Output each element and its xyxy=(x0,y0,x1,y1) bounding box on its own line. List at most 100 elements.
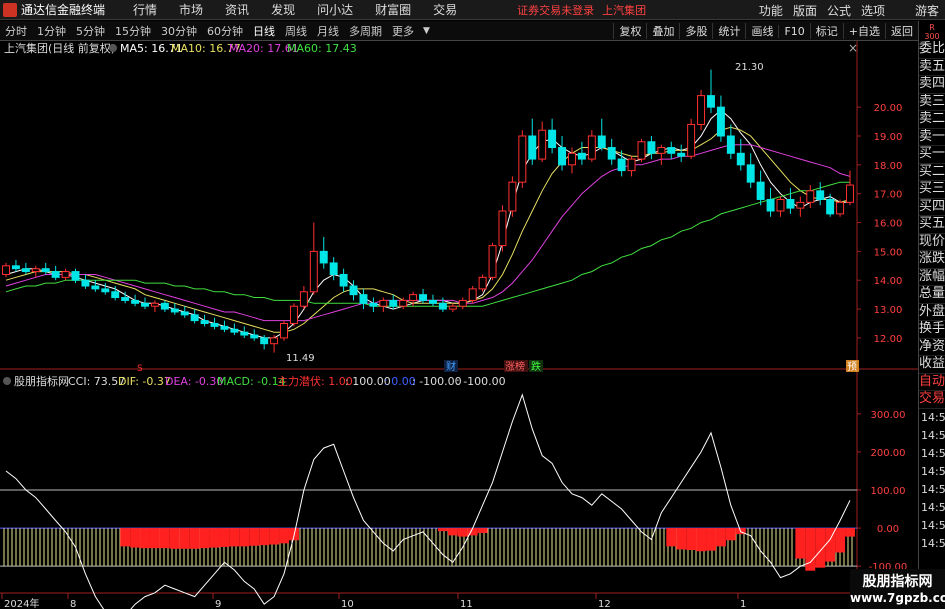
period-1min[interactable]: 1分钟 xyxy=(32,23,71,39)
candle[interactable] xyxy=(21,262,30,275)
candle[interactable] xyxy=(289,303,298,327)
candle[interactable] xyxy=(498,205,507,252)
candle[interactable] xyxy=(150,300,159,312)
sidebar-item-4[interactable]: 卖二 xyxy=(919,111,945,129)
candle[interactable] xyxy=(71,268,80,284)
candle[interactable] xyxy=(2,262,10,278)
sidebar-item-17[interactable]: 净资 xyxy=(919,339,945,356)
sidebar-item-9[interactable]: 买四 xyxy=(919,199,945,216)
menu-item-hangqing[interactable]: 行情 xyxy=(133,1,157,18)
candle[interactable] xyxy=(766,187,775,217)
indicator-settings-icon[interactable] xyxy=(3,377,11,385)
candle[interactable] xyxy=(577,141,586,165)
period-more[interactable]: 更多 xyxy=(387,23,419,39)
candle[interactable] xyxy=(11,260,20,272)
tool-huaxian[interactable]: 画线 xyxy=(745,23,778,39)
candle[interactable] xyxy=(240,326,249,338)
period-5min[interactable]: 5分钟 xyxy=(71,23,110,39)
candle[interactable] xyxy=(677,144,686,162)
candle[interactable] xyxy=(776,196,785,217)
candle[interactable] xyxy=(359,288,368,310)
candle[interactable] xyxy=(369,297,378,312)
sidebar-item-5[interactable]: 卖一 xyxy=(919,129,945,146)
candle[interactable] xyxy=(716,95,725,142)
menu-gongneng[interactable]: 功能 xyxy=(759,2,783,19)
sidebar-item-18[interactable]: 收益 xyxy=(919,356,945,374)
candle[interactable] xyxy=(528,118,537,165)
sidebar-item-13[interactable]: 涨幅 xyxy=(919,269,945,286)
sidebar-item-3[interactable]: 卖三 xyxy=(919,94,945,111)
candle[interactable] xyxy=(538,121,547,162)
menu-xuanxiang[interactable]: 选项 xyxy=(861,2,885,19)
candle[interactable] xyxy=(478,274,487,292)
candle[interactable] xyxy=(230,323,239,336)
candle[interactable] xyxy=(170,303,179,315)
candle[interactable] xyxy=(726,124,735,160)
settings-icon[interactable] xyxy=(109,44,117,52)
candle[interactable] xyxy=(220,320,229,333)
login-warning[interactable]: 证券交易未登录 xyxy=(517,2,594,18)
menu-gongshi[interactable]: 公式 xyxy=(827,2,851,19)
candle[interactable] xyxy=(339,268,348,292)
sidebar-item-11[interactable]: 现价 xyxy=(919,234,945,251)
candle[interactable] xyxy=(786,187,795,214)
period-multi[interactable]: 多周期 xyxy=(344,23,387,39)
candle[interactable] xyxy=(746,153,755,188)
sidebar-item-6[interactable]: 买一 xyxy=(919,146,945,164)
menu-banmian[interactable]: 版面 xyxy=(793,2,817,19)
sidebar-item-8[interactable]: 买三 xyxy=(919,181,945,199)
candle[interactable] xyxy=(448,303,457,312)
sidebar-item-15[interactable]: 外盘 xyxy=(919,304,945,321)
period-weekly[interactable]: 周线 xyxy=(280,23,312,39)
candle[interactable] xyxy=(697,89,706,131)
sidebar-item-1[interactable]: 卖五 xyxy=(919,59,945,76)
kline-chart[interactable]: 上汽集团(日线 前复权) MA5: 16.71 MA10: 16.77 MA20… xyxy=(0,41,918,609)
period-30min[interactable]: 30分钟 xyxy=(156,23,202,39)
candle[interactable] xyxy=(587,130,596,162)
marker-zhangbang[interactable]: 涨榜 xyxy=(505,360,525,373)
candle[interactable] xyxy=(836,199,845,217)
close-icon[interactable]: × xyxy=(848,41,858,55)
chevron-down-icon[interactable]: ▼ xyxy=(423,26,430,36)
candle[interactable] xyxy=(806,185,815,209)
candle[interactable] xyxy=(518,130,527,188)
candle[interactable] xyxy=(389,294,398,310)
tool-biaoji[interactable]: 标记 xyxy=(809,23,843,39)
candle[interactable] xyxy=(627,156,636,177)
menu-item-zixun[interactable]: 资讯 xyxy=(225,1,249,18)
period-15min[interactable]: 15分钟 xyxy=(110,23,156,39)
candle[interactable] xyxy=(647,136,656,160)
candle[interactable] xyxy=(796,196,805,217)
candle[interactable] xyxy=(160,300,169,312)
candle[interactable] xyxy=(200,314,209,327)
menu-item-wenxiaoda[interactable]: 问小达 xyxy=(317,1,353,18)
candle[interactable] xyxy=(707,69,715,113)
candle[interactable] xyxy=(736,138,745,171)
sidebar-auto[interactable]: 自动 xyxy=(919,374,945,391)
candle[interactable] xyxy=(379,297,388,312)
tool-f10[interactable]: F10 xyxy=(778,24,809,38)
tool-fanhui[interactable]: 返回 xyxy=(885,23,918,39)
candle[interactable] xyxy=(428,294,437,307)
candle[interactable] xyxy=(657,144,666,165)
candle[interactable] xyxy=(458,297,467,310)
candle[interactable] xyxy=(61,268,70,281)
candle[interactable] xyxy=(190,309,199,324)
sidebar-item-10[interactable]: 买五 xyxy=(919,216,945,234)
candle[interactable] xyxy=(250,329,259,341)
tool-diejia[interactable]: 叠加 xyxy=(646,23,679,39)
period-60min[interactable]: 60分钟 xyxy=(202,23,248,39)
candle[interactable] xyxy=(131,294,140,307)
candle[interactable] xyxy=(31,265,40,278)
candle[interactable] xyxy=(607,138,616,165)
candle[interactable] xyxy=(548,118,557,154)
candle[interactable] xyxy=(488,242,497,281)
period-fenshi[interactable]: 分时 xyxy=(0,23,32,39)
menu-item-shichang[interactable]: 市场 xyxy=(179,1,203,18)
period-daily[interactable]: 日线 xyxy=(248,23,280,39)
candle[interactable] xyxy=(299,286,308,310)
candle[interactable] xyxy=(51,265,60,281)
sidebar-item-2[interactable]: 卖四 xyxy=(919,76,945,94)
candle[interactable] xyxy=(756,170,765,206)
candle[interactable] xyxy=(280,320,288,341)
